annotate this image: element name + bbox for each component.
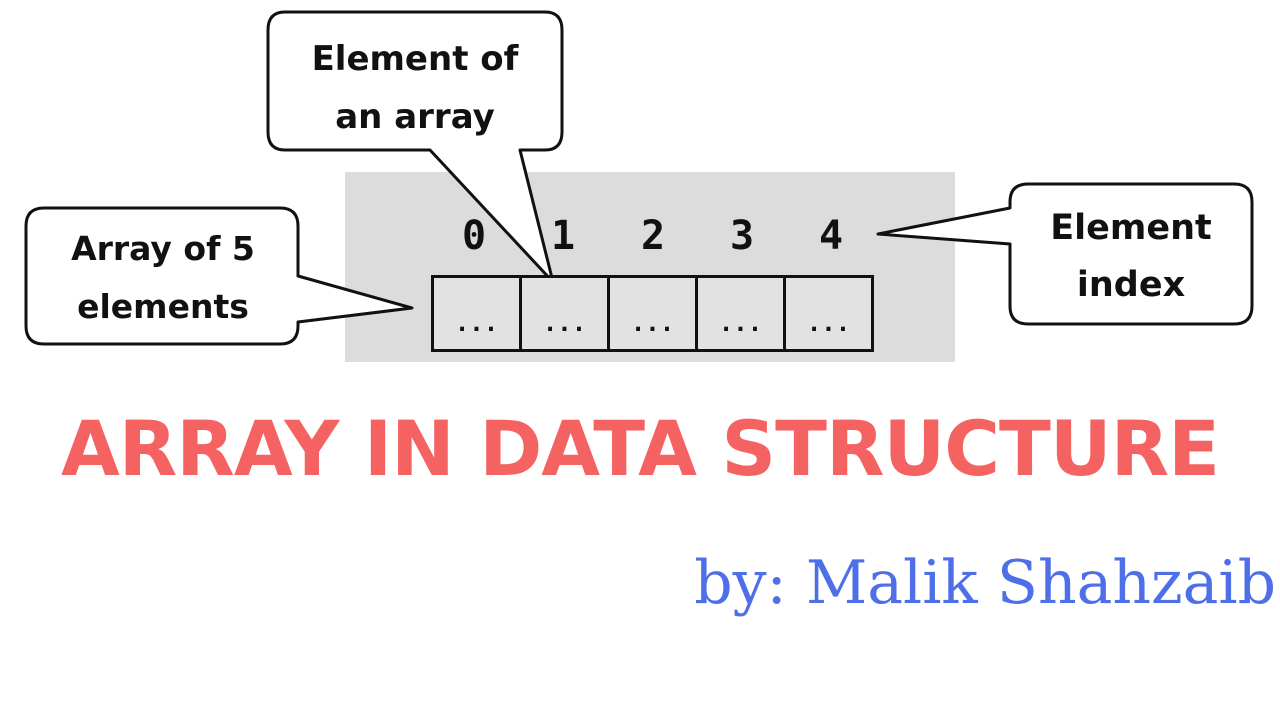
index-label-3: 3 <box>729 213 755 259</box>
author-byline: by: Malik Shahzaib <box>694 548 1276 618</box>
page-title: ARRAY IN DATA STRUCTURE <box>60 404 1220 493</box>
callout-array-text: Array of 5 elements <box>30 220 296 336</box>
callout-array-line2: elements <box>77 287 249 326</box>
index-label-4: 4 <box>818 213 844 259</box>
callout-index-line1: Element <box>1050 208 1212 248</box>
callout-element-text: Element of an array <box>272 30 558 146</box>
array-cell: ... <box>610 278 698 349</box>
array-cell: ... <box>698 278 786 349</box>
array-cell: ... <box>522 278 610 349</box>
array-cell: ... <box>434 278 522 349</box>
array-diagram: 0 1 2 3 4 ... ... ... ... ... Element of… <box>0 0 1280 400</box>
index-label-1: 1 <box>550 213 576 259</box>
array-cells: ... ... ... ... ... <box>431 275 874 352</box>
callout-index-text: Element index <box>1012 200 1250 314</box>
callout-index-line2: index <box>1076 265 1186 305</box>
callout-array-line1: Array of 5 <box>71 229 255 268</box>
index-label-0: 0 <box>461 213 487 259</box>
callout-element-line1: Element of <box>311 39 519 79</box>
index-label-2: 2 <box>640 213 666 259</box>
callout-element-line2: an array <box>335 97 495 137</box>
array-cell: ... <box>806 308 851 337</box>
